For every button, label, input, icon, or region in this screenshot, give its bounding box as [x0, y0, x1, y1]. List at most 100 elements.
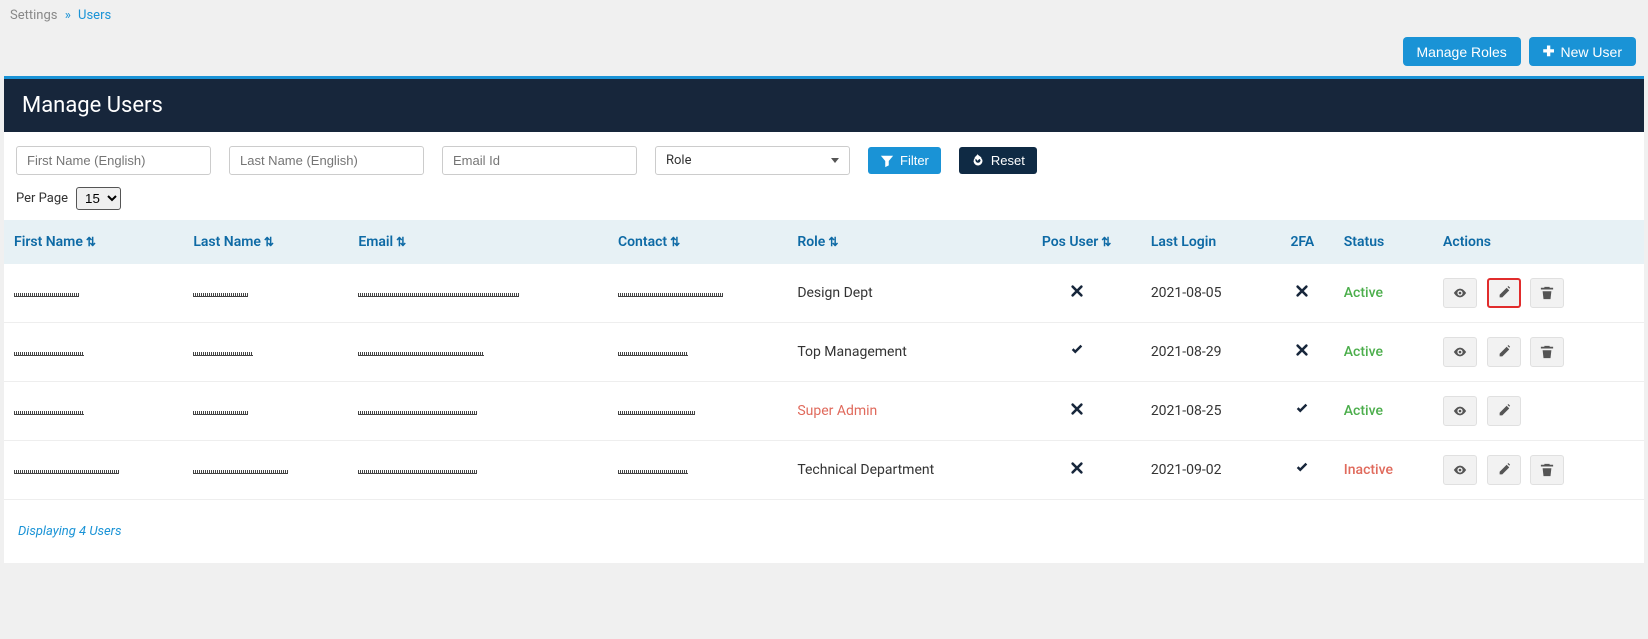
- panel-title: Manage Users: [4, 79, 1644, 132]
- reset-button-label: Reset: [991, 153, 1025, 168]
- cell-last-name: [183, 382, 348, 441]
- cell-pos-user: [1012, 264, 1140, 323]
- delete-button[interactable]: [1530, 278, 1564, 308]
- view-button[interactable]: [1443, 278, 1477, 308]
- col-last-name[interactable]: Last Name⇅: [183, 220, 348, 264]
- cell-first-name: [4, 382, 183, 441]
- col-email[interactable]: Email⇅: [348, 220, 608, 264]
- cell-last-name: [183, 264, 348, 323]
- view-button[interactable]: [1443, 396, 1477, 426]
- trash-icon: [1540, 345, 1554, 359]
- cell-role: Design Dept: [787, 264, 1012, 323]
- table-row: Top Management 2021-08-29 Active: [4, 323, 1644, 382]
- breadcrumb: Settings » Users: [0, 0, 1648, 31]
- cell-2fa: [1271, 382, 1334, 441]
- table-row: Super Admin 2021-08-25 Active: [4, 382, 1644, 441]
- cell-last-login: 2021-08-25: [1141, 382, 1271, 441]
- manage-roles-label: Manage Roles: [1417, 44, 1507, 60]
- cell-first-name: [4, 264, 183, 323]
- cell-contact: [608, 382, 787, 441]
- edit-icon: [1497, 345, 1511, 359]
- new-user-button[interactable]: ✚ New User: [1529, 37, 1636, 66]
- edit-icon: [1497, 463, 1511, 477]
- cell-pos-user: [1012, 441, 1140, 500]
- col-pos-user[interactable]: Pos User⇅: [1012, 220, 1140, 264]
- col-first-name[interactable]: First Name⇅: [4, 220, 183, 264]
- cell-first-name: [4, 441, 183, 500]
- breadcrumb-separator-icon: »: [65, 8, 71, 23]
- cell-pos-user: [1012, 382, 1140, 441]
- role-select[interactable]: Role: [655, 146, 850, 175]
- trash-icon: [1540, 286, 1554, 300]
- cell-pos-user: [1012, 323, 1140, 382]
- manage-roles-button[interactable]: Manage Roles: [1403, 37, 1521, 66]
- edit-button[interactable]: [1487, 278, 1521, 308]
- filter-button[interactable]: Filter: [868, 147, 941, 174]
- cell-last-login: 2021-08-29: [1141, 323, 1271, 382]
- view-button[interactable]: [1443, 337, 1477, 367]
- cell-status: Active: [1334, 323, 1433, 382]
- chevron-down-icon: [831, 158, 839, 163]
- cell-2fa: [1271, 264, 1334, 323]
- cell-email: [348, 382, 608, 441]
- cell-contact: [608, 441, 787, 500]
- email-input[interactable]: [442, 146, 637, 175]
- reset-icon: [971, 154, 985, 168]
- cell-status: Active: [1334, 264, 1433, 323]
- cell-status: Inactive: [1334, 441, 1433, 500]
- table-row: Design Dept 2021-08-05 Active: [4, 264, 1644, 323]
- cell-contact: [608, 323, 787, 382]
- role-select-label: Role: [666, 153, 691, 168]
- cell-actions: [1433, 382, 1644, 441]
- edit-button[interactable]: [1487, 455, 1521, 485]
- cell-email: [348, 323, 608, 382]
- eye-icon: [1453, 286, 1467, 300]
- cell-role: Top Management: [787, 323, 1012, 382]
- edit-button[interactable]: [1487, 396, 1521, 426]
- cell-role: Technical Department: [787, 441, 1012, 500]
- breadcrumb-current[interactable]: Users: [78, 8, 111, 23]
- edit-icon: [1497, 286, 1511, 300]
- table-row: Technical Department 2021-09-02 Inactive: [4, 441, 1644, 500]
- eye-icon: [1453, 345, 1467, 359]
- col-contact[interactable]: Contact⇅: [608, 220, 787, 264]
- cell-contact: [608, 264, 787, 323]
- funnel-icon: [880, 154, 894, 168]
- cell-2fa: [1271, 441, 1334, 500]
- col-2fa: 2FA: [1271, 220, 1334, 264]
- sort-icon: ⇅: [396, 235, 406, 249]
- cell-last-name: [183, 441, 348, 500]
- new-user-label: New User: [1561, 44, 1622, 60]
- view-button[interactable]: [1443, 455, 1477, 485]
- cell-email: [348, 441, 608, 500]
- delete-button[interactable]: [1530, 455, 1564, 485]
- cell-actions: [1433, 441, 1644, 500]
- edit-button[interactable]: [1487, 337, 1521, 367]
- cell-2fa: [1271, 323, 1334, 382]
- cell-actions: [1433, 264, 1644, 323]
- footer-count: Displaying 4 Users: [4, 500, 1644, 563]
- col-role[interactable]: Role⇅: [787, 220, 1012, 264]
- sort-icon: ⇅: [86, 235, 96, 249]
- last-name-input[interactable]: [229, 146, 424, 175]
- edit-icon: [1497, 404, 1511, 418]
- delete-button[interactable]: [1530, 337, 1564, 367]
- cell-email: [348, 264, 608, 323]
- cell-first-name: [4, 323, 183, 382]
- breadcrumb-parent[interactable]: Settings: [10, 8, 57, 23]
- cell-status: Active: [1334, 382, 1433, 441]
- col-status: Status: [1334, 220, 1433, 264]
- reset-button[interactable]: Reset: [959, 147, 1037, 174]
- per-page-select[interactable]: 15: [76, 187, 121, 210]
- col-actions: Actions: [1433, 220, 1644, 264]
- filter-button-label: Filter: [900, 153, 929, 168]
- first-name-input[interactable]: [16, 146, 211, 175]
- eye-icon: [1453, 404, 1467, 418]
- cell-last-name: [183, 323, 348, 382]
- cell-last-login: 2021-08-05: [1141, 264, 1271, 323]
- eye-icon: [1453, 463, 1467, 477]
- sort-icon: ⇅: [1101, 235, 1111, 249]
- cell-last-login: 2021-09-02: [1141, 441, 1271, 500]
- plus-icon: ✚: [1543, 43, 1555, 60]
- cell-role: Super Admin: [787, 382, 1012, 441]
